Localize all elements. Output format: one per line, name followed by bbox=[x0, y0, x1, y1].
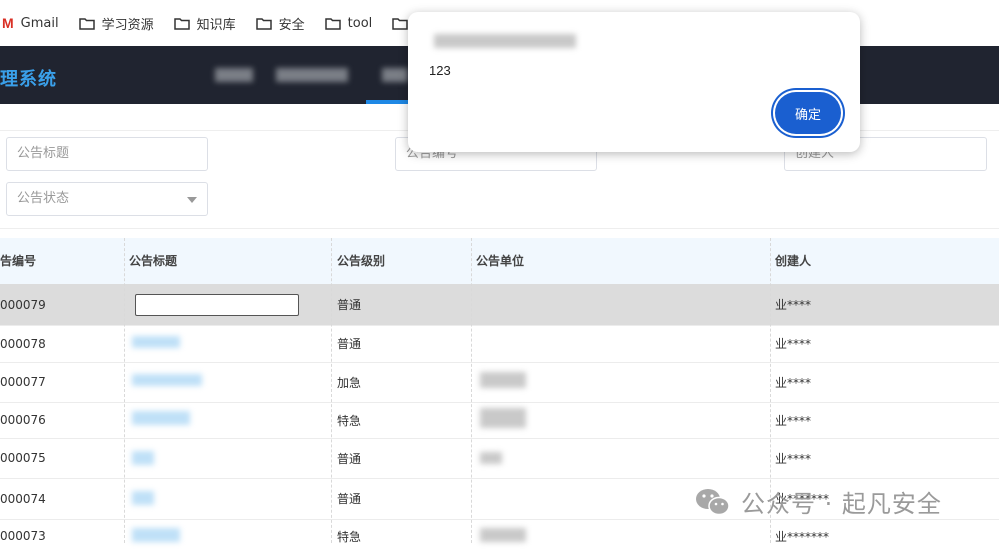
nav-item-redacted[interactable] bbox=[382, 68, 408, 82]
cell-creator: 业**** bbox=[775, 337, 812, 351]
folder-icon bbox=[324, 17, 341, 30]
cell-notice-number: 000078 bbox=[0, 336, 46, 351]
alert-dialog: 123 确定 bbox=[408, 12, 860, 152]
cell-notice-level: 普通 bbox=[337, 298, 362, 312]
table-header: 告编号 公告标题 公告级别 公告单位 创建人 bbox=[0, 238, 999, 284]
cell-notice-title-redacted[interactable] bbox=[132, 336, 180, 348]
folder-icon bbox=[392, 17, 409, 30]
status-select-value: 公告状态 bbox=[17, 191, 70, 206]
cell-notice-title-redacted[interactable] bbox=[132, 411, 190, 425]
column-divider bbox=[124, 238, 125, 543]
bookmark-folder-security[interactable]: 安全 bbox=[246, 0, 315, 46]
folder-icon bbox=[255, 17, 272, 30]
table-row[interactable]: 000073 特急 业******* bbox=[0, 519, 999, 553]
cell-creator: 业**** bbox=[775, 451, 812, 466]
table-row[interactable]: 000079 普通 业**** bbox=[0, 284, 999, 326]
cell-notice-level: 加急 bbox=[337, 375, 362, 390]
cell-notice-unit-redacted bbox=[480, 372, 526, 388]
folder-icon bbox=[173, 17, 190, 30]
gmail-icon: M bbox=[2, 15, 14, 31]
bookmark-label: 安全 bbox=[278, 17, 305, 33]
folder-icon bbox=[78, 17, 95, 30]
cell-notice-level: 普通 bbox=[337, 492, 362, 506]
table-row[interactable]: 000075 普通 业**** bbox=[0, 438, 999, 479]
cell-creator: 业**** bbox=[775, 298, 812, 312]
header-creator[interactable]: 创建人 bbox=[775, 238, 811, 284]
cell-notice-title-redacted[interactable] bbox=[132, 528, 180, 542]
column-divider bbox=[331, 238, 332, 543]
cell-notice-title-redacted[interactable] bbox=[132, 491, 154, 505]
chevron-down-icon bbox=[187, 197, 197, 203]
notice-title-edit-input[interactable] bbox=[135, 294, 299, 316]
cell-notice-level: 普通 bbox=[337, 451, 362, 466]
bookmark-label: tool bbox=[347, 15, 373, 31]
bookmark-label: Gmail bbox=[20, 15, 59, 31]
cell-creator: 业******* bbox=[775, 529, 830, 544]
bookmark-label: 知识库 bbox=[196, 17, 236, 33]
nav-item-redacted[interactable] bbox=[276, 68, 348, 82]
cell-notice-number: 000074 bbox=[0, 491, 46, 506]
bookmark-folder-tool[interactable]: tool bbox=[315, 0, 383, 46]
column-divider bbox=[471, 238, 472, 543]
table-row[interactable]: 000078 普通 业**** bbox=[0, 325, 999, 363]
notice-status-select[interactable]: 公告状态 bbox=[6, 182, 208, 216]
cell-notice-number: 000075 bbox=[0, 451, 46, 465]
header-notice-title[interactable]: 公告标题 bbox=[129, 238, 177, 284]
watermark-text: 公众号 · 起凡安全 bbox=[741, 490, 942, 518]
header-notice-unit[interactable]: 公告单位 bbox=[476, 238, 524, 284]
cell-notice-number: 000079 bbox=[0, 297, 46, 312]
notice-title-input[interactable]: 公告标题 bbox=[6, 137, 208, 171]
cell-notice-number: 000077 bbox=[0, 375, 46, 389]
dialog-message: 123 bbox=[429, 63, 451, 78]
nav-item-redacted[interactable] bbox=[215, 68, 253, 82]
cell-notice-level: 特急 bbox=[337, 413, 362, 428]
cell-notice-title-redacted[interactable] bbox=[132, 374, 202, 386]
cell-notice-level: 特急 bbox=[337, 529, 362, 544]
bookmark-label: 学习资源 bbox=[101, 17, 154, 33]
app-title: 理系统 bbox=[0, 69, 57, 90]
bookmark-folder-study[interactable]: 学习资源 bbox=[69, 0, 164, 46]
cell-notice-title-redacted[interactable] bbox=[132, 451, 154, 465]
cell-notice-unit-redacted bbox=[480, 528, 526, 542]
cell-creator: 业**** bbox=[775, 375, 812, 390]
bookmark-gmail[interactable]: M Gmail bbox=[0, 0, 69, 46]
wechat-icon bbox=[695, 487, 731, 517]
table-row[interactable]: 000076 特急 业**** bbox=[0, 402, 999, 439]
bookmark-folder-kb[interactable]: 知识库 bbox=[164, 0, 246, 46]
divider bbox=[0, 228, 999, 229]
dialog-title-redacted bbox=[434, 34, 576, 48]
cell-notice-unit-redacted bbox=[480, 452, 502, 464]
cell-notice-level: 普通 bbox=[337, 337, 362, 351]
cell-creator: 业**** bbox=[775, 413, 812, 428]
header-notice-number[interactable]: 告编号 bbox=[0, 238, 36, 284]
cell-notice-unit-redacted bbox=[480, 408, 526, 428]
nav-active-indicator bbox=[366, 100, 411, 104]
cell-notice-number: 000073 bbox=[0, 529, 46, 543]
ok-button[interactable]: 确定 bbox=[775, 92, 841, 134]
header-notice-level[interactable]: 公告级别 bbox=[337, 238, 385, 284]
watermark: 公众号 · 起凡安全 bbox=[695, 484, 942, 519]
cell-notice-number: 000076 bbox=[0, 413, 46, 427]
table-row[interactable]: 000077 加急 业**** bbox=[0, 362, 999, 403]
